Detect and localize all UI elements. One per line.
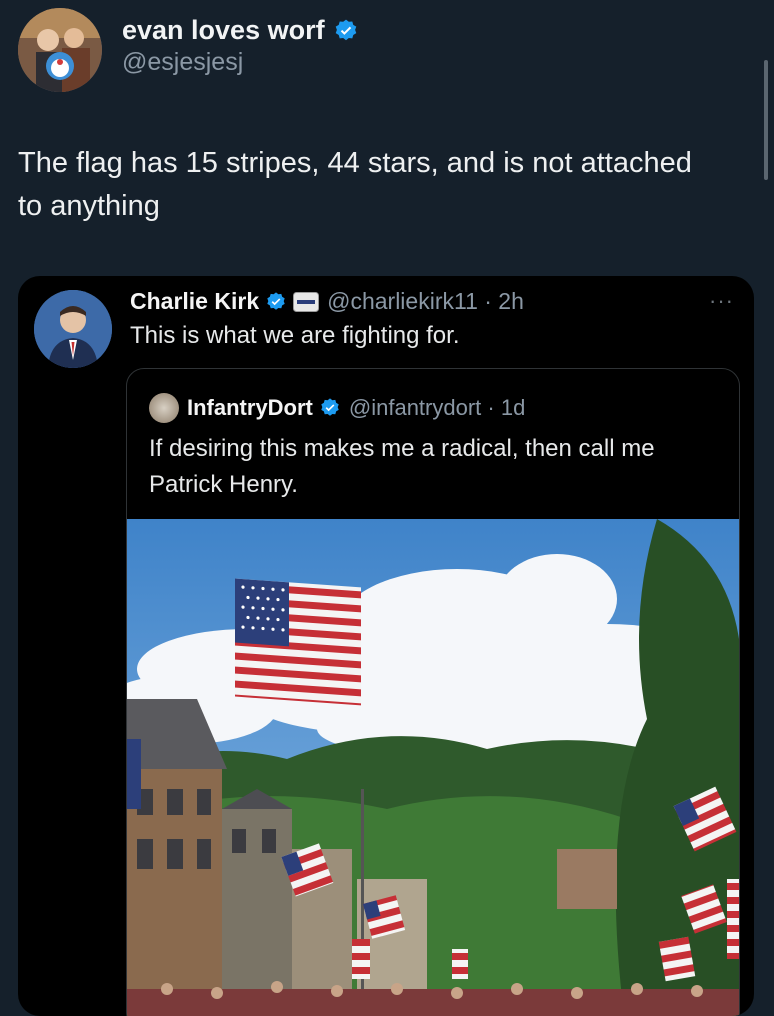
inner-quote-avatar[interactable] <box>149 393 179 423</box>
avatar-photo-icon <box>18 8 102 92</box>
tweet-header: evan loves worf @esjesjesj <box>18 8 359 92</box>
verified-badge-icon <box>267 291 285 310</box>
inner-quote-handle-time[interactable]: @infantrydort · 1d <box>349 395 525 421</box>
verified-badge-icon <box>321 398 339 416</box>
tweet-text: The flag has 15 stripes, 44 stars, and i… <box>18 147 692 222</box>
scrollbar[interactable] <box>764 60 768 180</box>
inner-quote-author-name[interactable]: InfantryDort <box>187 395 313 421</box>
inner-quote-text: If desiring this makes me a radical, the… <box>149 435 655 498</box>
quoted-author-name[interactable]: Charlie Kirk <box>130 288 259 315</box>
quoted-author-line: Charlie Kirk @charliekirk11 · 2h <box>130 288 524 315</box>
inner-quote-author-line: InfantryDort @infantrydort · 1d <box>149 393 525 423</box>
quoted-author-avatar[interactable] <box>34 290 112 368</box>
tweet-media-image[interactable] <box>127 519 739 1016</box>
author-name-text: evan loves worf <box>122 15 325 45</box>
quoted-tweet-card[interactable]: Charlie Kirk @charliekirk11 · 2h This is… <box>18 276 754 1016</box>
author-handle[interactable]: @esjesjesj <box>122 48 359 77</box>
quoted-tweet-text: This is what we are fighting for. <box>130 322 460 349</box>
quoted-author-handle-time[interactable]: @charliekirk11 · 2h <box>327 288 524 315</box>
author-display-name[interactable]: evan loves worf <box>122 15 359 46</box>
inner-quote-card[interactable]: InfantryDort @infantrydort · 1d If desir… <box>126 368 740 1016</box>
author-avatar[interactable] <box>18 8 102 92</box>
more-options-icon[interactable]: ··· <box>709 288 734 314</box>
verified-badge-icon <box>335 19 356 40</box>
avatar-photo-icon <box>34 290 112 368</box>
affiliate-badge-icon <box>293 291 320 312</box>
town-flag-photo-icon <box>127 519 739 1016</box>
